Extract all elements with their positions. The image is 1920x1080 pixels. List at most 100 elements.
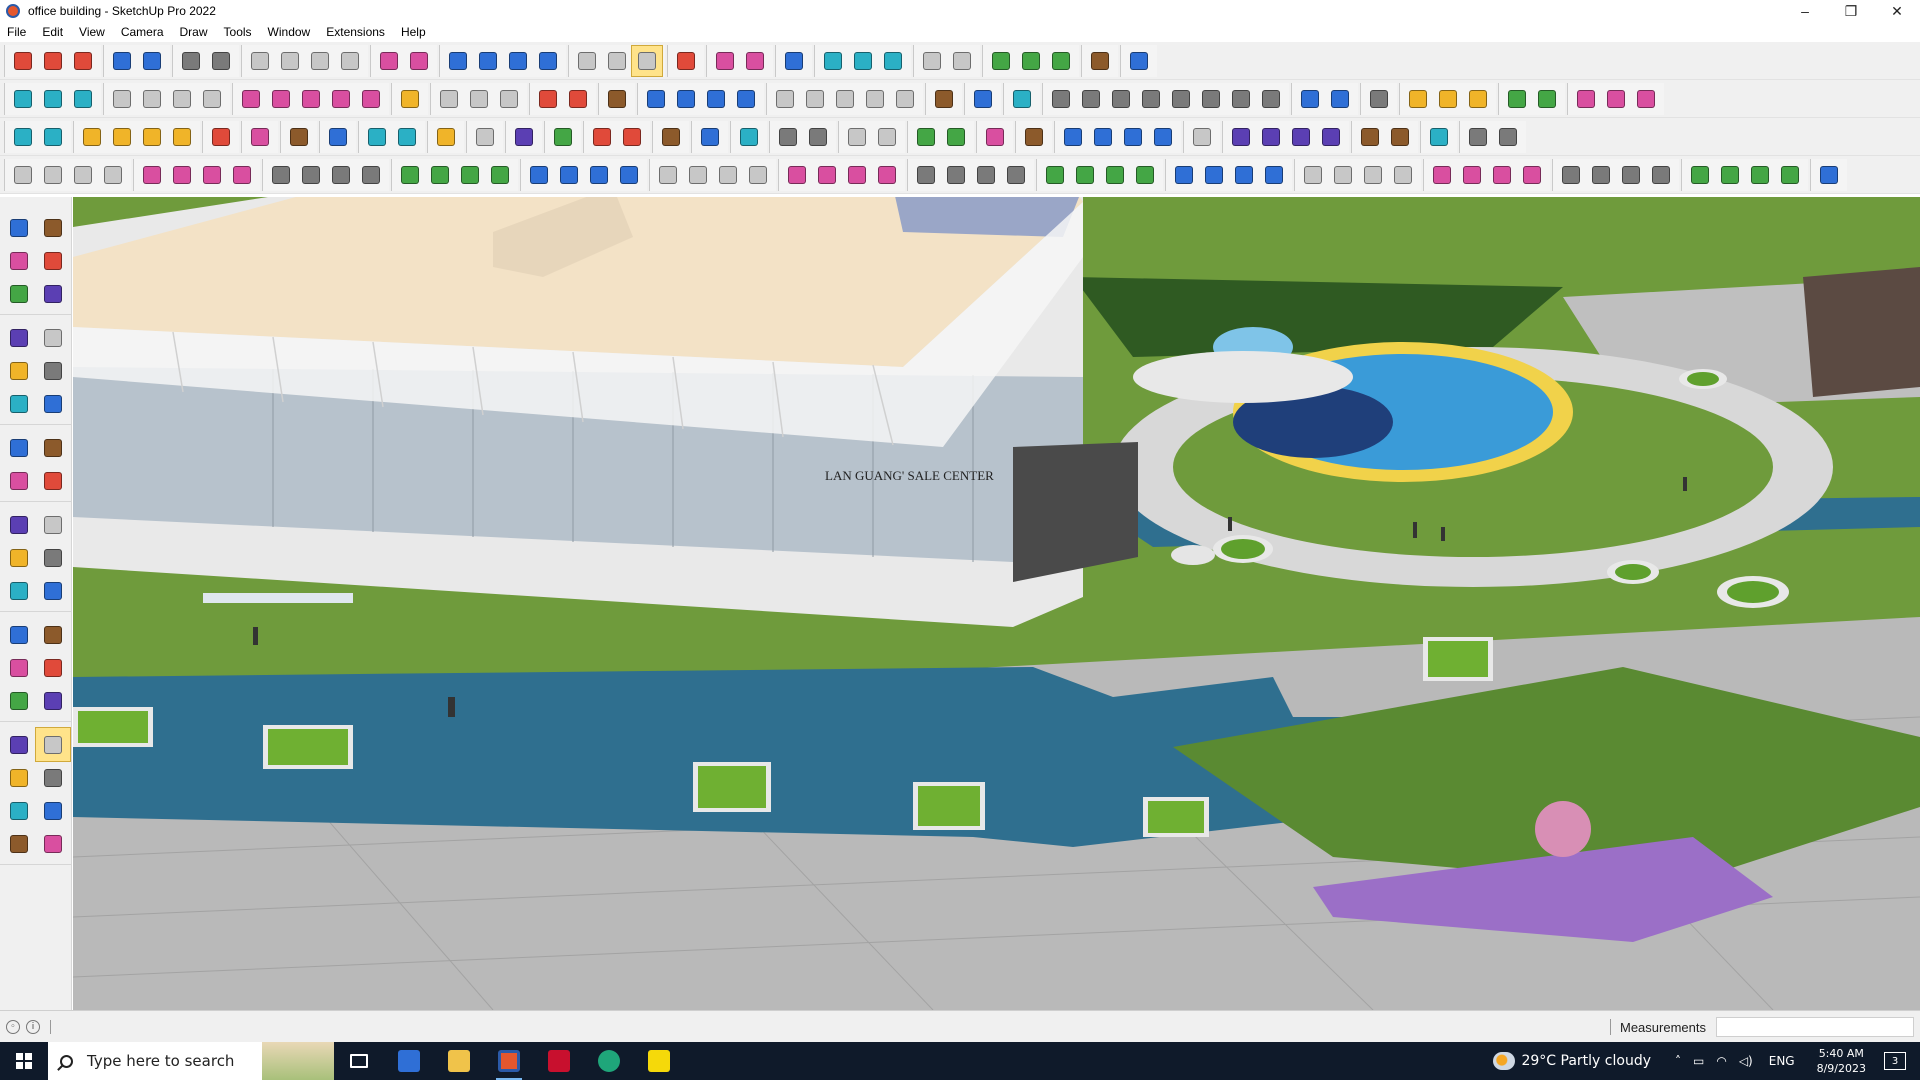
toolbar-tool-button[interactable] xyxy=(1169,160,1199,190)
large-tool-button[interactable] xyxy=(36,618,70,651)
toolbar-tool-button[interactable] xyxy=(245,122,275,152)
toolbar-tool-button[interactable] xyxy=(1571,84,1601,114)
toolbar-tool-button[interactable] xyxy=(1166,84,1196,114)
large-tool-button[interactable] xyxy=(2,574,36,607)
toolbar-tool-button[interactable] xyxy=(494,84,524,114)
toolbar-tool-button[interactable] xyxy=(1388,160,1418,190)
measurements-input[interactable] xyxy=(1716,1017,1914,1037)
task-view-button[interactable] xyxy=(334,1042,384,1080)
toolbar-tool-button[interactable] xyxy=(1226,84,1256,114)
toolbar-tool-button[interactable] xyxy=(1556,160,1586,190)
toolbar-tool-button[interactable] xyxy=(1256,122,1286,152)
toolbar-tool-button[interactable] xyxy=(1259,160,1289,190)
toolbar-tool-button[interactable] xyxy=(1427,160,1457,190)
large-tool-button[interactable] xyxy=(36,761,70,794)
toolbar-tool-button[interactable] xyxy=(434,84,464,114)
toolbar-tool-button[interactable] xyxy=(1631,84,1661,114)
large-tool-button[interactable] xyxy=(2,277,36,310)
toolbar-tool-button[interactable] xyxy=(77,122,107,152)
large-tool-button[interactable] xyxy=(2,541,36,574)
toolbar-tool-button[interactable] xyxy=(572,46,602,76)
toolbar-tool-button[interactable] xyxy=(392,122,422,152)
toolbar-tool-button[interactable] xyxy=(713,160,743,190)
toolbar-tool-button[interactable] xyxy=(911,160,941,190)
toolbar-tool-button[interactable] xyxy=(266,160,296,190)
toolbar-tool-button[interactable] xyxy=(554,160,584,190)
toolbar-tool-button[interactable] xyxy=(584,160,614,190)
toolbar-tool-button[interactable] xyxy=(614,160,644,190)
large-tool-button[interactable] xyxy=(36,541,70,574)
toolbar-tool-button[interactable] xyxy=(137,160,167,190)
menu-camera[interactable]: Camera xyxy=(113,22,172,42)
large-tool-button[interactable] xyxy=(36,277,70,310)
toolbar-tool-button[interactable] xyxy=(167,84,197,114)
toolbar-tool-button[interactable] xyxy=(587,122,617,152)
toolbar-tool-button[interactable] xyxy=(1463,84,1493,114)
menu-file[interactable]: File xyxy=(0,22,34,42)
toolbar-tool-button[interactable] xyxy=(1646,160,1676,190)
large-tool-button[interactable] xyxy=(2,508,36,541)
large-tool-button[interactable] xyxy=(36,387,70,420)
large-tool-button[interactable] xyxy=(2,761,36,794)
weather-widget[interactable]: 29°C Partly cloudy xyxy=(1521,1053,1651,1069)
toolbar-tool-button[interactable] xyxy=(617,122,647,152)
start-button[interactable] xyxy=(0,1042,48,1080)
large-tool-button[interactable] xyxy=(2,827,36,860)
toolbar-tool-button[interactable] xyxy=(1187,122,1217,152)
sketchup-taskbar-app[interactable] xyxy=(484,1042,534,1080)
toolbar-tool-button[interactable] xyxy=(443,46,473,76)
input-language[interactable]: ENG xyxy=(1769,1054,1795,1068)
toolbar-tool-button[interactable] xyxy=(548,122,578,152)
large-tool-button[interactable] xyxy=(2,354,36,387)
toolbar-tool-button[interactable] xyxy=(296,160,326,190)
toolbar-tool-button[interactable] xyxy=(848,46,878,76)
toolbar-tool-button[interactable] xyxy=(296,84,326,114)
toolbar-tool-button[interactable] xyxy=(206,46,236,76)
toolbar-tool-button[interactable] xyxy=(968,84,998,114)
toolbar-tool-button[interactable] xyxy=(818,46,848,76)
file-explorer-app[interactable] xyxy=(434,1042,484,1080)
toolbar-tool-button[interactable] xyxy=(773,122,803,152)
toolbar-tool-button[interactable] xyxy=(830,84,860,114)
toolbar-tool-button[interactable] xyxy=(710,46,740,76)
toolbar-tool-button[interactable] xyxy=(1286,122,1316,152)
large-tool-button[interactable] xyxy=(2,211,36,244)
large-tool-button[interactable] xyxy=(2,321,36,354)
toolbar-tool-button[interactable] xyxy=(1616,160,1646,190)
credits-info-icon[interactable]: i xyxy=(26,1019,40,1034)
toolbar-tool-button[interactable] xyxy=(362,122,392,152)
volume-icon[interactable]: ◁) xyxy=(1739,1054,1753,1068)
toolbar-tool-button[interactable] xyxy=(1487,160,1517,190)
toolbar-tool-button[interactable] xyxy=(38,122,68,152)
large-tool-button[interactable] xyxy=(2,651,36,684)
toolbar-tool-button[interactable] xyxy=(917,46,947,76)
menu-edit[interactable]: Edit xyxy=(34,22,71,42)
toolbar-tool-button[interactable] xyxy=(631,44,663,77)
toolbar-tool-button[interactable] xyxy=(137,46,167,76)
toolbar-tool-button[interactable] xyxy=(800,84,830,114)
toolbar-tool-button[interactable] xyxy=(323,122,353,152)
toolbar-tool-button[interactable] xyxy=(1070,160,1100,190)
toolbar-tool-button[interactable] xyxy=(1715,160,1745,190)
meet-now-icon[interactable]: ▭ xyxy=(1693,1054,1704,1068)
toolbar-tool-button[interactable] xyxy=(533,46,563,76)
toolbar-tool-button[interactable] xyxy=(68,160,98,190)
large-tool-button[interactable] xyxy=(36,651,70,684)
toolbar-tool-button[interactable] xyxy=(1058,122,1088,152)
toolbar-tool-button[interactable] xyxy=(473,46,503,76)
menu-window[interactable]: Window xyxy=(260,22,319,42)
toolbar-tool-button[interactable] xyxy=(425,160,455,190)
toolbar-tool-button[interactable] xyxy=(1256,84,1286,114)
toolbar-tool-button[interactable] xyxy=(842,122,872,152)
toolbar-tool-button[interactable] xyxy=(779,46,809,76)
toolbar-tool-button[interactable] xyxy=(1016,46,1046,76)
toolbar-tool-button[interactable] xyxy=(842,160,872,190)
toolbar-tool-button[interactable] xyxy=(167,122,197,152)
toolbar-tool-button[interactable] xyxy=(1457,160,1487,190)
minimize-button[interactable]: – xyxy=(1782,0,1828,22)
taskbar-search[interactable]: Type here to search xyxy=(48,1042,334,1080)
toolbar-tool-button[interactable] xyxy=(98,160,128,190)
toolbar-tool-button[interactable] xyxy=(1046,84,1076,114)
toolbar-tool-button[interactable] xyxy=(602,46,632,76)
toolbar-tool-button[interactable] xyxy=(872,122,902,152)
